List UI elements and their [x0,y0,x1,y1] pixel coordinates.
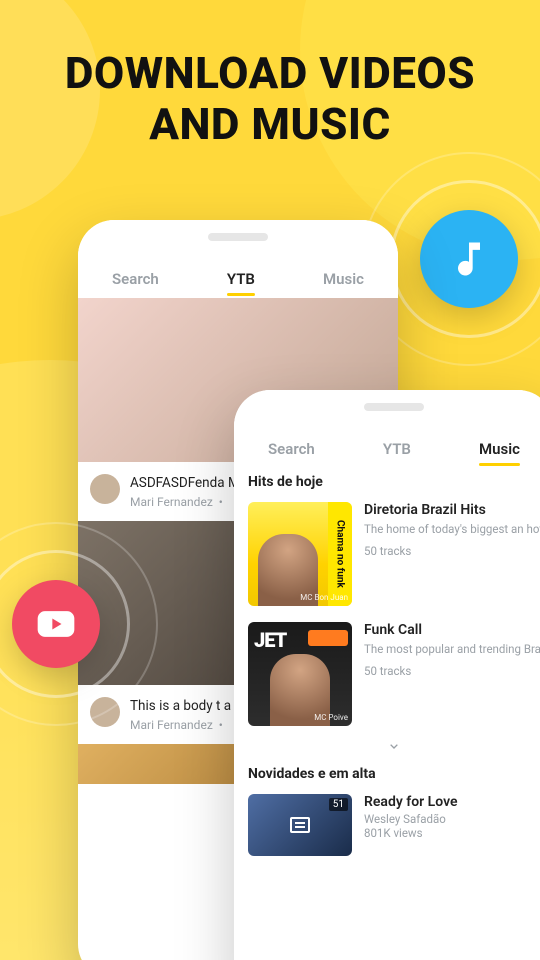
dot: • [219,495,223,509]
video-duration-badge: 51 [329,798,348,811]
tab-search[interactable]: Search [112,270,159,288]
tabs: Search YTB Music [234,424,540,468]
dot: • [219,718,223,732]
playlist-row[interactable]: JET MC Poive Funk Call The most popular … [234,618,540,738]
playlist-desc: The home of today's biggest an hottest h… [364,522,540,538]
playlist-cover: Chama no funk MC Bon Juan [248,502,352,606]
tab-music[interactable]: Music [323,270,364,288]
music-float-button[interactable] [420,210,518,308]
tab-ytb[interactable]: YTB [383,440,411,458]
feed-author: Mari Fernandez [130,495,213,509]
phone-bezel [78,220,398,254]
video-row[interactable]: 51 Ready for Love Wesley Safadão 801K vi… [234,790,540,868]
video-title: Ready for Love [364,794,540,810]
cover-artist: MC Poive [252,713,348,722]
video-views: 801K views [364,826,540,840]
phone-screen: Search YTB Music Hits de hoje Chama no f… [234,424,540,868]
avatar [90,474,120,504]
chevron-down-icon [386,738,402,754]
playlist-desc: The most popular and trending Brazilian … [364,642,540,658]
phone-speaker [208,233,268,241]
section-title-hits: Hits de hoje [234,468,540,498]
phone-mock-music: Search YTB Music Hits de hoje Chama no f… [234,390,540,960]
phone-bezel [234,390,540,424]
headline: DOWNLOAD VIDEOS AND MUSIC [0,48,540,149]
headline-line2: AND MUSIC [0,99,540,150]
cover-side-label: Chama no funk [328,502,352,606]
playlist-title: Funk Call [364,622,540,638]
play-float-button[interactable] [12,580,100,668]
tab-search[interactable]: Search [268,440,315,458]
tab-music[interactable]: Music [479,440,520,458]
playlist-cover: JET MC Poive [248,622,352,726]
video-thumb: 51 [248,794,352,856]
cover-side-text: Chama no funk [335,520,346,588]
cover-artist: MC Bon Juan [252,593,348,602]
feed-author: Mari Fernandez [130,718,213,732]
section-title-novidades: Novidades e em alta [234,760,540,790]
cover-fire-graphic [308,630,348,646]
headline-line1: DOWNLOAD VIDEOS [0,48,540,99]
tabs: Search YTB Music [78,254,398,298]
playlist-row[interactable]: Chama no funk MC Bon Juan Diretoria Braz… [234,498,540,618]
expand-button[interactable] [234,738,540,760]
tab-ytb[interactable]: YTB [227,270,255,288]
video-artist: Wesley Safadão [364,812,540,826]
playlist-count: 50 tracks [364,544,540,558]
phone-speaker [364,403,424,411]
playlist-icon [290,817,310,833]
playlist-title: Diretoria Brazil Hits [364,502,540,518]
promo-page: DOWNLOAD VIDEOS AND MUSIC Search YTB Mus… [0,0,540,960]
cover-logo: JET [254,628,286,652]
playlist-count: 50 tracks [364,664,540,678]
